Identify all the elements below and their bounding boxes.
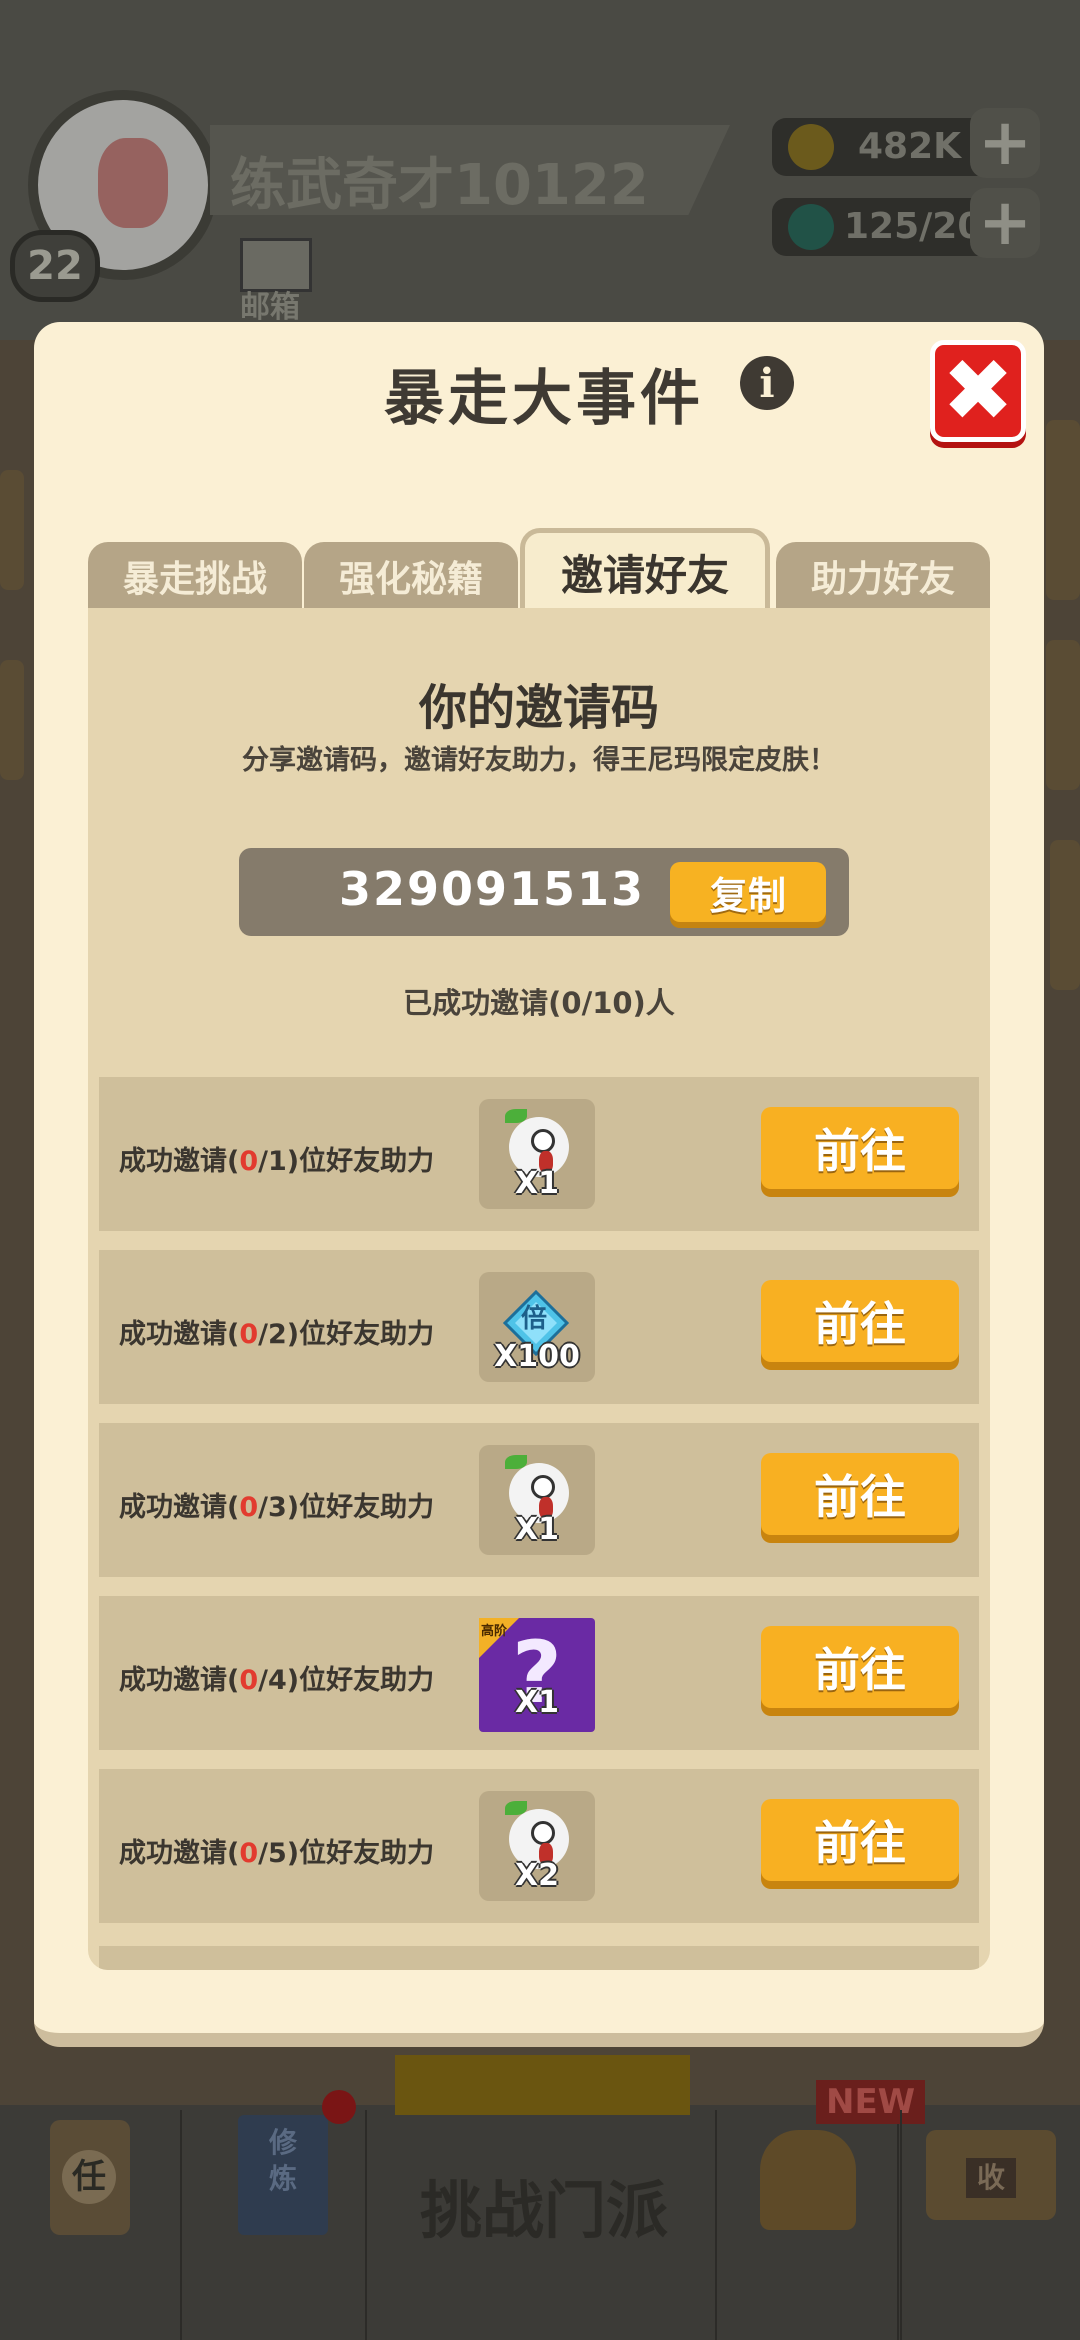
tier-tag-label: 高阶 bbox=[481, 1624, 508, 1639]
reward-character-icon: X2 bbox=[479, 1791, 595, 1901]
progress-count: 0 bbox=[239, 1838, 259, 1869]
side-event-icon[interactable] bbox=[0, 470, 24, 590]
cultivate-book-icon: 修 炼 bbox=[238, 2115, 328, 2235]
level-badge: 22 bbox=[10, 230, 100, 302]
collect-label: 收 bbox=[966, 2158, 1016, 2198]
add-energy-button[interactable]: + bbox=[970, 186, 1040, 260]
reward-quantity: X1 bbox=[514, 1166, 559, 1201]
reward-row: 成功邀请(0/2)位好友助力 倍 X100 前往 bbox=[99, 1250, 979, 1404]
reward-quantity: X1 bbox=[514, 1685, 559, 1720]
go-button[interactable]: 前往 bbox=[761, 1626, 959, 1708]
progress-count: 0 bbox=[239, 1665, 259, 1696]
progress-count: 0 bbox=[239, 1319, 259, 1350]
reward-condition: 成功邀请(0/1)位好友助力 bbox=[119, 1146, 435, 1177]
mail-label: 邮箱 bbox=[240, 290, 300, 325]
go-button[interactable]: 前往 bbox=[761, 1453, 959, 1535]
task-scroll-icon: 任 bbox=[50, 2120, 130, 2235]
side-event-icon[interactable] bbox=[1050, 840, 1080, 990]
go-button[interactable]: 前往 bbox=[761, 1280, 959, 1362]
nav-center-glow bbox=[395, 2055, 690, 2115]
invite-panel: 你的邀请码 分享邀请码，邀请好友助力，得王尼玛限定皮肤！ 329091513 复… bbox=[88, 608, 990, 1970]
nav-challenge-sect[interactable]: 挑战门派 bbox=[420, 2160, 668, 2250]
task-label: 任 bbox=[62, 2150, 116, 2204]
reward-quantity: X2 bbox=[514, 1858, 559, 1893]
reward-row: 成功邀请(0/4)位好友助力 ? 高阶 X1 前往 bbox=[99, 1596, 979, 1750]
reward-mystery-box-icon: ? 高阶 X1 bbox=[479, 1618, 595, 1732]
side-event-icon[interactable] bbox=[0, 660, 24, 780]
invite-code-heading: 你的邀请码 bbox=[418, 680, 659, 736]
invited-count: 已成功邀请(0/10)人 bbox=[403, 986, 675, 1020]
gold-amount: 482K bbox=[858, 126, 962, 167]
tab-help-friends[interactable]: 助力好友 bbox=[776, 542, 990, 610]
avatar-face-icon bbox=[98, 138, 168, 228]
reward-quantity: X100 bbox=[494, 1339, 580, 1374]
close-button[interactable]: ✖ bbox=[930, 340, 1026, 442]
reward-condition: 成功邀请(0/4)位好友助力 bbox=[119, 1665, 435, 1696]
gold-coin-icon bbox=[788, 124, 834, 170]
reward-condition: 成功邀请(0/5)位好友助力 bbox=[119, 1838, 435, 1869]
copy-button[interactable]: 复制 bbox=[670, 862, 826, 922]
side-event-icon[interactable] bbox=[1046, 420, 1080, 600]
invite-subtitle: 分享邀请码，邀请好友助力，得王尼玛限定皮肤！ bbox=[242, 745, 836, 776]
collect-house-icon: 收 bbox=[926, 2130, 1056, 2220]
invite-code-box: 329091513 复制 bbox=[239, 848, 849, 936]
reward-condition: 成功邀请(0/3)位好友助力 bbox=[119, 1492, 435, 1523]
energy-amount: 125/20 bbox=[844, 206, 983, 247]
gem-char: 倍 bbox=[521, 1304, 548, 1334]
reward-row: 成功邀请(0/1)位好友助力 X1 前往 bbox=[99, 1077, 979, 1231]
modal-title: 暴走大事件 bbox=[384, 364, 704, 434]
reward-row: 成功邀请(0/5)位好友助力 X2 前往 bbox=[99, 1769, 979, 1923]
reward-row: 成功邀请(0/3)位好友助力 X1 前往 bbox=[99, 1423, 979, 1577]
reward-row-partial bbox=[99, 1946, 979, 1970]
go-button[interactable]: 前往 bbox=[761, 1799, 959, 1881]
reward-condition: 成功邀请(0/2)位好友助力 bbox=[119, 1319, 435, 1350]
reward-character-icon: X1 bbox=[479, 1445, 595, 1555]
player-name: 练武奇才10122 bbox=[230, 153, 649, 218]
tab-rampage-challenge[interactable]: 暴走挑战 bbox=[88, 542, 302, 610]
helmet-icon bbox=[760, 2130, 856, 2230]
progress-count: 0 bbox=[239, 1146, 259, 1177]
invite-code: 329091513 bbox=[339, 862, 646, 916]
info-icon[interactable]: i bbox=[740, 356, 794, 410]
notification-dot bbox=[322, 2090, 356, 2124]
side-event-icon[interactable] bbox=[1046, 640, 1080, 790]
reward-quantity: X1 bbox=[514, 1512, 559, 1547]
add-gold-button[interactable]: + bbox=[970, 106, 1040, 180]
reward-gem-icon: 倍 X100 bbox=[479, 1272, 595, 1382]
tab-invite-friends[interactable]: 邀请好友 bbox=[520, 528, 770, 612]
reward-character-icon: X1 bbox=[479, 1099, 595, 1209]
tab-upgrade-manual[interactable]: 强化秘籍 bbox=[304, 542, 518, 610]
energy-orb-icon bbox=[788, 204, 834, 250]
go-button[interactable]: 前往 bbox=[761, 1107, 959, 1189]
progress-count: 0 bbox=[239, 1492, 259, 1523]
